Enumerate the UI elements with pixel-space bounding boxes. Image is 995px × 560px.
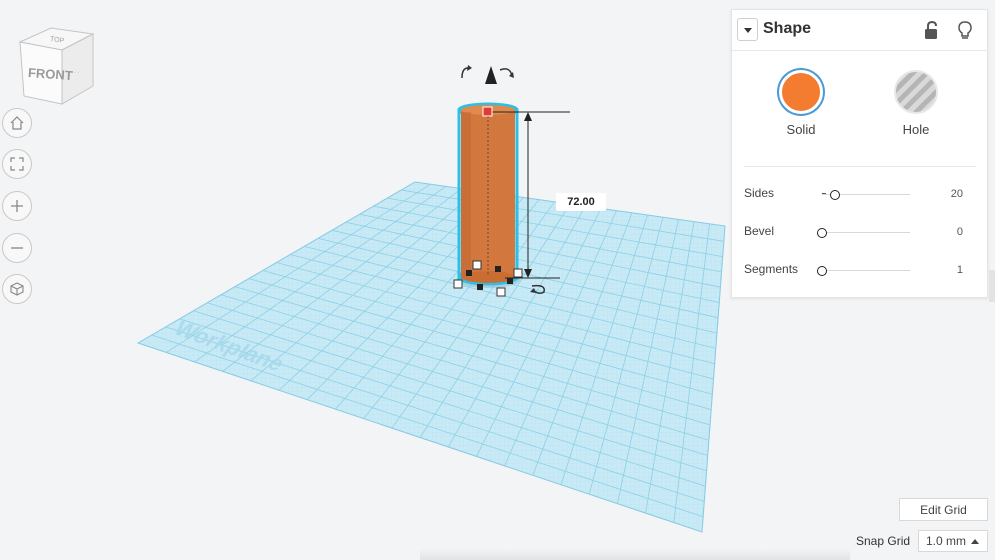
minus-icon bbox=[11, 247, 23, 249]
sides-slider-knob[interactable] bbox=[830, 190, 840, 200]
shape-inspector-panel: Shape Solid Hole Sides 20 Bevel 0 Segmen… bbox=[731, 9, 988, 298]
sides-label: Sides bbox=[744, 186, 775, 200]
bevel-value[interactable]: 0 bbox=[933, 226, 963, 238]
workplane[interactable]: Workplane bbox=[130, 175, 730, 540]
top-height-handle[interactable] bbox=[482, 106, 493, 117]
caret-up-icon bbox=[971, 539, 979, 544]
edge-handle[interactable] bbox=[477, 284, 483, 290]
edge-handle[interactable] bbox=[495, 266, 501, 272]
sides-value[interactable]: 20 bbox=[933, 188, 963, 200]
edit-grid-button[interactable]: Edit Grid bbox=[899, 498, 988, 521]
hole-label: Hole bbox=[902, 122, 930, 137]
home-icon bbox=[10, 116, 24, 130]
view-cube[interactable]: TOP FRONT · · bbox=[18, 27, 95, 105]
corner-handle[interactable] bbox=[496, 287, 506, 297]
bevel-slider-knob[interactable] bbox=[817, 228, 827, 238]
corner-handle[interactable] bbox=[472, 260, 482, 270]
view-cube-front-label: FRONT bbox=[28, 65, 74, 83]
edge-handle[interactable] bbox=[466, 270, 472, 276]
panel-divider bbox=[744, 166, 976, 167]
segments-slider-knob[interactable] bbox=[817, 266, 827, 276]
lift-arrow-icon[interactable] bbox=[485, 66, 497, 84]
zoom-in-button[interactable] bbox=[2, 191, 32, 221]
edge-handle[interactable] bbox=[507, 278, 513, 284]
segments-value[interactable]: 1 bbox=[933, 264, 963, 276]
height-dimension-value[interactable]: 72.00 bbox=[556, 193, 606, 211]
bevel-label: Bevel bbox=[744, 224, 775, 238]
solid-color-swatch[interactable] bbox=[779, 70, 823, 114]
corner-handle[interactable] bbox=[453, 279, 463, 289]
caret-down-icon bbox=[743, 27, 752, 33]
segments-label: Segments bbox=[744, 262, 799, 276]
segments-slider-track[interactable] bbox=[822, 270, 910, 271]
rotate-left-icon[interactable] bbox=[461, 67, 469, 79]
collapse-panel-button[interactable] bbox=[737, 18, 758, 41]
fit-all-icon bbox=[10, 157, 24, 171]
selected-cylinder[interactable] bbox=[457, 102, 519, 286]
panel-title: Shape bbox=[763, 20, 812, 37]
bevel-slider-track[interactable] bbox=[822, 232, 910, 233]
svg-text:· ·: · · bbox=[74, 70, 80, 76]
bottom-edge-shadow bbox=[420, 549, 850, 560]
lightbulb-icon[interactable] bbox=[954, 19, 976, 41]
snap-grid-value: 1.0 mm bbox=[926, 534, 967, 548]
cube-icon bbox=[10, 282, 24, 296]
panel-scrollbar[interactable] bbox=[989, 270, 995, 302]
snap-grid-select[interactable]: 1.0 mm bbox=[918, 530, 988, 552]
snap-grid-label: Snap Grid bbox=[856, 534, 911, 548]
solid-label: Solid bbox=[786, 122, 816, 137]
perspective-button[interactable] bbox=[2, 274, 32, 304]
zoom-out-button[interactable] bbox=[2, 233, 32, 263]
home-view-button[interactable] bbox=[2, 108, 32, 138]
hole-swatch[interactable] bbox=[894, 70, 938, 114]
plus-icon bbox=[11, 200, 23, 212]
panel-header: Shape bbox=[732, 10, 987, 51]
fit-view-button[interactable] bbox=[2, 149, 32, 179]
lock-icon[interactable] bbox=[921, 19, 943, 41]
corner-handle[interactable] bbox=[513, 268, 523, 278]
